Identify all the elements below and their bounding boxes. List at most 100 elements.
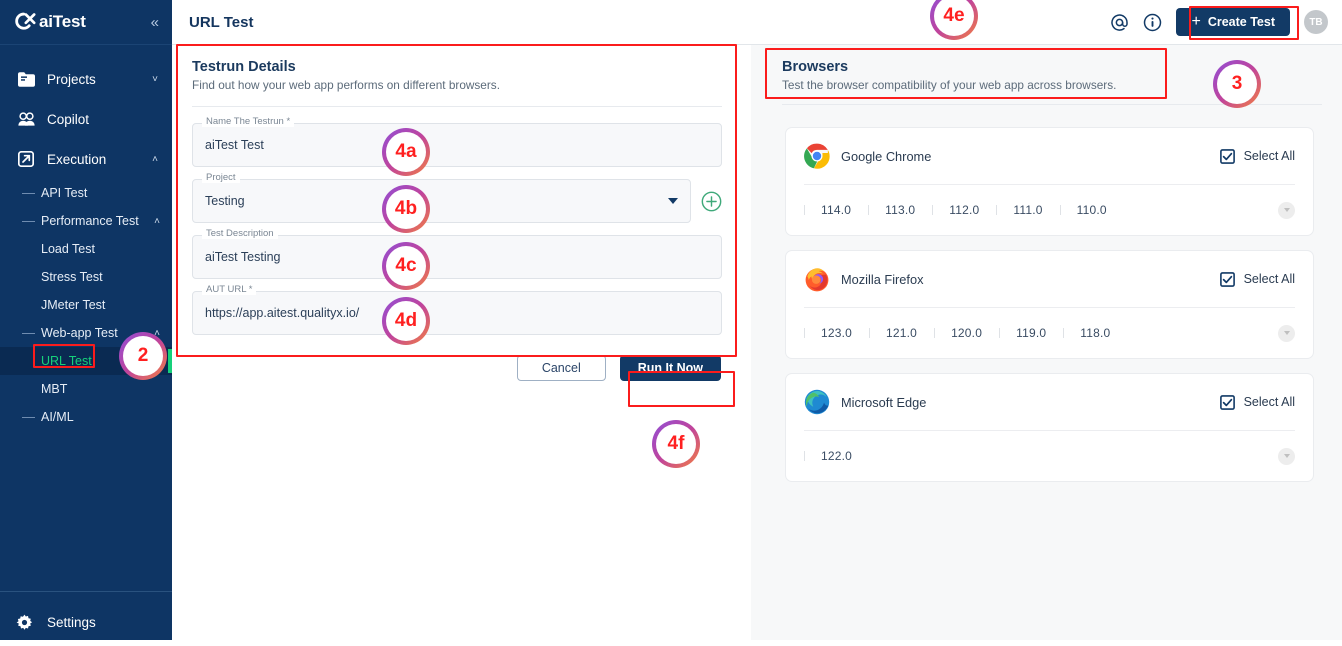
create-test-button[interactable]: + Create Test: [1176, 8, 1290, 36]
sidebar-subitem-label: Performance Test: [41, 214, 139, 228]
sidebar-subitem-label: API Test: [41, 186, 88, 200]
aut-url-field[interactable]: AUT URL * https://app.aitest.qualityx.io…: [192, 285, 722, 335]
field-value: https://app.aitest.qualityx.io/: [205, 306, 360, 320]
version-chip[interactable]: 121.0: [869, 326, 934, 340]
sidebar-collapse-icon[interactable]: «: [151, 15, 159, 30]
sidebar-item-performance-test[interactable]: Performance Test ˄: [0, 207, 172, 235]
browsers-subtitle: Test the browser compatibility of your w…: [782, 78, 1117, 92]
version-chip[interactable]: 123.0: [804, 326, 869, 340]
sidebar-subitem-label: Web-app Test: [41, 326, 118, 340]
browser-name: Mozilla Firefox: [841, 271, 924, 287]
chevron-down-circle-icon[interactable]: [1278, 447, 1295, 465]
sidebar-item-label: Copilot: [47, 111, 90, 127]
sidebar-item-ai-ml[interactable]: AI/ML: [0, 403, 172, 431]
sidebar-subitem-label: JMeter Test: [41, 298, 106, 312]
tree-dash-icon: [22, 332, 35, 334]
sidebar-subitem-label: Stress Test: [41, 270, 103, 284]
form-actions: Cancel Run It Now: [192, 355, 722, 381]
field-label: Name The Testrun *: [202, 117, 295, 127]
copilot-icon: [16, 110, 36, 128]
project-field-row: Project Testing: [192, 173, 722, 235]
chevron-down-icon: ˅: [152, 73, 158, 85]
browsers-title: Browsers: [782, 59, 849, 75]
sidebar-item-stress-test[interactable]: Stress Test: [0, 263, 172, 291]
sidebar-item-mbt[interactable]: MBT: [0, 375, 172, 403]
checkbox-checked-icon[interactable]: [1219, 148, 1235, 164]
plus-circle-icon[interactable]: [701, 191, 722, 212]
top-header: URL Test + Create Test TB: [172, 0, 1342, 45]
firefox-icon: [805, 268, 829, 292]
field-value: aiTest Test: [205, 138, 264, 152]
app-root: aiTest « Projects ˅ Copilot Execution ˄ …: [0, 0, 1342, 646]
sidebar-item-copilot[interactable]: Copilot: [0, 99, 172, 139]
sidebar-item-execution[interactable]: Execution ˄: [0, 139, 172, 179]
sidebar-nav: Projects ˅ Copilot Execution ˄ API Test …: [0, 45, 172, 591]
sidebar-item-load-test[interactable]: Load Test: [0, 235, 172, 263]
browser-card-header: Microsoft Edge Select All: [804, 374, 1295, 430]
checkbox-checked-icon[interactable]: [1219, 271, 1235, 287]
sidebar-item-url-test[interactable]: URL Test: [0, 347, 172, 375]
browser-card-chrome: Google Chrome Select All 114.0 113.0 112…: [785, 127, 1314, 236]
version-chip[interactable]: 113.0: [868, 203, 932, 217]
version-chip[interactable]: 119.0: [999, 326, 1063, 340]
select-all-label: Select All: [1243, 149, 1295, 163]
chevron-up-icon: ˄: [152, 153, 158, 165]
version-chip[interactable]: 122.0: [804, 449, 869, 463]
page-title: URL Test: [189, 13, 254, 31]
field-value: aiTest Testing: [205, 250, 281, 264]
field-value: Testing: [205, 194, 245, 208]
sidebar-settings-label: Settings: [47, 614, 96, 630]
sidebar-item-api-test[interactable]: API Test: [0, 179, 172, 207]
field-label: AUT URL *: [202, 285, 257, 295]
version-chip[interactable]: 111.0: [996, 203, 1059, 217]
cancel-button[interactable]: Cancel: [516, 355, 606, 381]
run-it-now-button[interactable]: Run It Now: [619, 355, 721, 381]
sidebar-item-jmeter-test[interactable]: JMeter Test: [0, 291, 172, 319]
tree-dash-icon: [22, 416, 35, 418]
at-sign-icon[interactable]: [1110, 13, 1129, 32]
select-all-chrome[interactable]: Select All: [1219, 148, 1295, 164]
testrun-name-field[interactable]: Name The Testrun * aiTest Test: [192, 117, 722, 167]
version-chip[interactable]: 118.0: [1063, 326, 1127, 340]
folder-icon: [16, 70, 36, 88]
select-all-edge[interactable]: Select All: [1219, 394, 1295, 410]
version-chip[interactable]: 112.0: [932, 203, 996, 217]
browsers-header: Browsers Test the browser compatibility …: [751, 45, 1342, 104]
browser-cards: Google Chrome Select All 114.0 113.0 112…: [751, 105, 1342, 482]
test-description-field[interactable]: Test Description aiTest Testing: [192, 229, 722, 279]
avatar[interactable]: TB: [1304, 10, 1328, 34]
sidebar-item-webapp-test[interactable]: Web-app Test ˄: [0, 319, 172, 347]
sidebar-item-label: Execution: [47, 151, 107, 167]
sidebar-subitem-label: URL Test: [41, 354, 92, 368]
sidebar-subitem-label: MBT: [41, 382, 68, 396]
chevron-down-circle-icon[interactable]: [1278, 201, 1295, 219]
create-test-label: Create Test: [1207, 15, 1275, 29]
brand-logo[interactable]: aiTest «: [0, 0, 172, 45]
sidebar: aiTest « Projects ˅ Copilot Execution ˄ …: [0, 0, 172, 640]
header-actions: + Create Test TB: [1110, 8, 1328, 36]
select-all-label: Select All: [1243, 395, 1295, 409]
sidebar-item-projects[interactable]: Projects ˅: [0, 59, 172, 99]
sidebar-item-settings[interactable]: Settings: [0, 604, 172, 640]
info-circle-icon[interactable]: [1143, 13, 1162, 32]
caret-down-icon[interactable]: [668, 198, 678, 204]
chevron-down-circle-icon[interactable]: [1278, 324, 1295, 342]
select-all-label: Select All: [1243, 272, 1295, 286]
browser-card-edge: Microsoft Edge Select All 122.0: [785, 373, 1314, 482]
project-select[interactable]: Project Testing: [192, 173, 691, 223]
select-all-firefox[interactable]: Select All: [1219, 271, 1295, 287]
version-chip[interactable]: 110.0: [1059, 203, 1124, 217]
tree-dash-icon: [22, 220, 35, 222]
brand-name: aiTest: [39, 12, 86, 31]
chevron-up-icon: ˄: [154, 215, 160, 227]
gear-icon: [16, 614, 36, 631]
checkbox-checked-icon[interactable]: [1219, 394, 1235, 410]
plus-icon: +: [1191, 13, 1201, 30]
field-label: Test Description: [202, 229, 278, 239]
sidebar-footer: Settings: [0, 591, 172, 640]
chevron-up-icon: ˄: [154, 327, 160, 339]
version-chip[interactable]: 120.0: [934, 326, 999, 340]
version-chip[interactable]: 114.0: [804, 203, 868, 217]
testrun-subtitle: Find out how your web app performs on di…: [192, 78, 500, 92]
external-link-icon: [16, 150, 36, 168]
